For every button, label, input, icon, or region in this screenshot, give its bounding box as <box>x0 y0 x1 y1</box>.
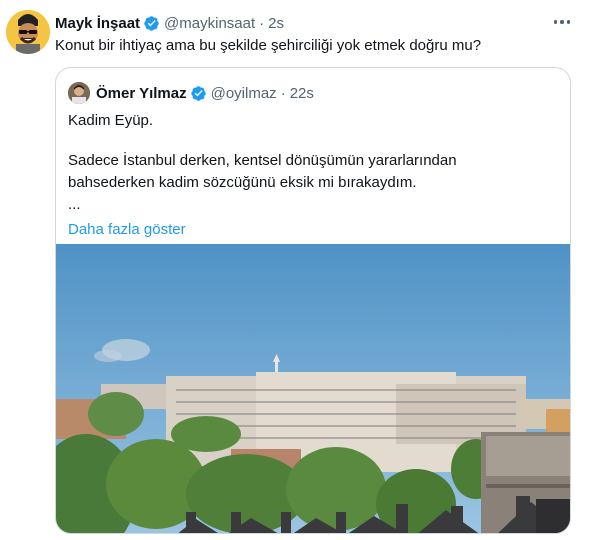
verified-badge-icon <box>144 15 159 31</box>
author-name[interactable]: Mayk İnşaat <box>55 15 140 32</box>
separator-dot: · <box>259 14 265 32</box>
quote-avatar <box>68 82 90 104</box>
quote-author-handle: @oyilmaz <box>210 84 277 102</box>
quote-photo[interactable] <box>56 244 570 533</box>
tweet-header: Mayk İnşaat @maykinsaat · 2s <box>55 13 284 33</box>
quote-text-line: Kadim Eyüp. <box>68 112 154 129</box>
timestamp[interactable]: 2s <box>268 15 284 32</box>
quote-timestamp: 22s <box>289 84 314 102</box>
quote-text-line: bahsederken kadim sözcüğünü eksik mi bır… <box>68 174 417 191</box>
avatar[interactable] <box>6 10 50 54</box>
verified-badge-icon <box>190 85 206 101</box>
more-horizontal-icon <box>553 20 558 24</box>
separator-dot: · <box>280 84 286 102</box>
more-options-button[interactable] <box>550 12 574 32</box>
author-handle[interactable]: @maykinsaat <box>164 15 255 32</box>
quote-text-line: ... <box>68 196 81 213</box>
quote-author-name: Ömer Yılmaz <box>96 84 187 102</box>
show-more-link[interactable]: Daha fazla göster <box>68 219 548 241</box>
tweet-text: Konut bir ihtiyaç ama bu şekilde şehirci… <box>55 37 482 54</box>
quote-text-line: Sadece İstanbul derken, kentsel dönüşümü… <box>68 152 457 169</box>
quoted-tweet[interactable]: Ömer Yılmaz @oyilmaz · 22s Kadim Eyüp. S… <box>55 67 571 534</box>
quote-text: Kadim Eyüp. Sadece İstanbul derken, kent… <box>68 110 548 241</box>
quote-header: Ömer Yılmaz @oyilmaz · 22s <box>68 82 314 104</box>
tweet[interactable]: Mayk İnşaat @maykinsaat · 2s Konut bir i… <box>0 0 592 540</box>
